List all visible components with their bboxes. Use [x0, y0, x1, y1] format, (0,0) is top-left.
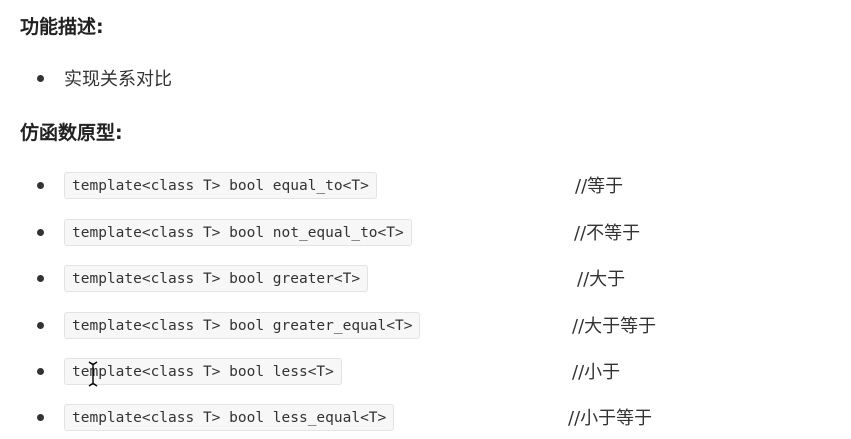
bullet-icon [37, 229, 44, 236]
prototype-comment-less-equal: //小于等于 [568, 408, 653, 429]
prototype-comment-less: //小于 [572, 362, 621, 383]
prototype-comment-greater-equal: //大于等于 [572, 316, 657, 337]
prototype-code-less-equal: template<class T> bool less_equal<T> [64, 404, 395, 431]
bullet-icon [37, 322, 44, 329]
prototype-heading: 仿函数原型: [20, 122, 123, 144]
prototype-comment-greater: //大于 [577, 269, 626, 290]
prototype-code-not-equal-to: template<class T> bool not_equal_to<T> [64, 219, 412, 246]
bullet-icon [37, 414, 44, 421]
bullet-icon [37, 275, 44, 282]
bullet-icon [37, 182, 44, 189]
bullet-icon [37, 75, 44, 82]
prototype-code-equal-to: template<class T> bool equal_to<T> [64, 172, 377, 199]
description-heading: 功能描述: [20, 16, 104, 38]
prototype-code-less: template<class T> bool less<T> [64, 358, 342, 385]
bullet-icon [37, 368, 44, 375]
prototype-code-greater: template<class T> bool greater<T> [64, 265, 369, 292]
text-cursor-icon [88, 361, 98, 387]
description-item: 实现关系对比 [64, 69, 172, 90]
prototype-comment-not-equal-to: //不等于 [574, 223, 641, 244]
prototype-code-greater-equal: template<class T> bool greater_equal<T> [64, 312, 421, 339]
prototype-comment-equal-to: //等于 [575, 176, 624, 197]
